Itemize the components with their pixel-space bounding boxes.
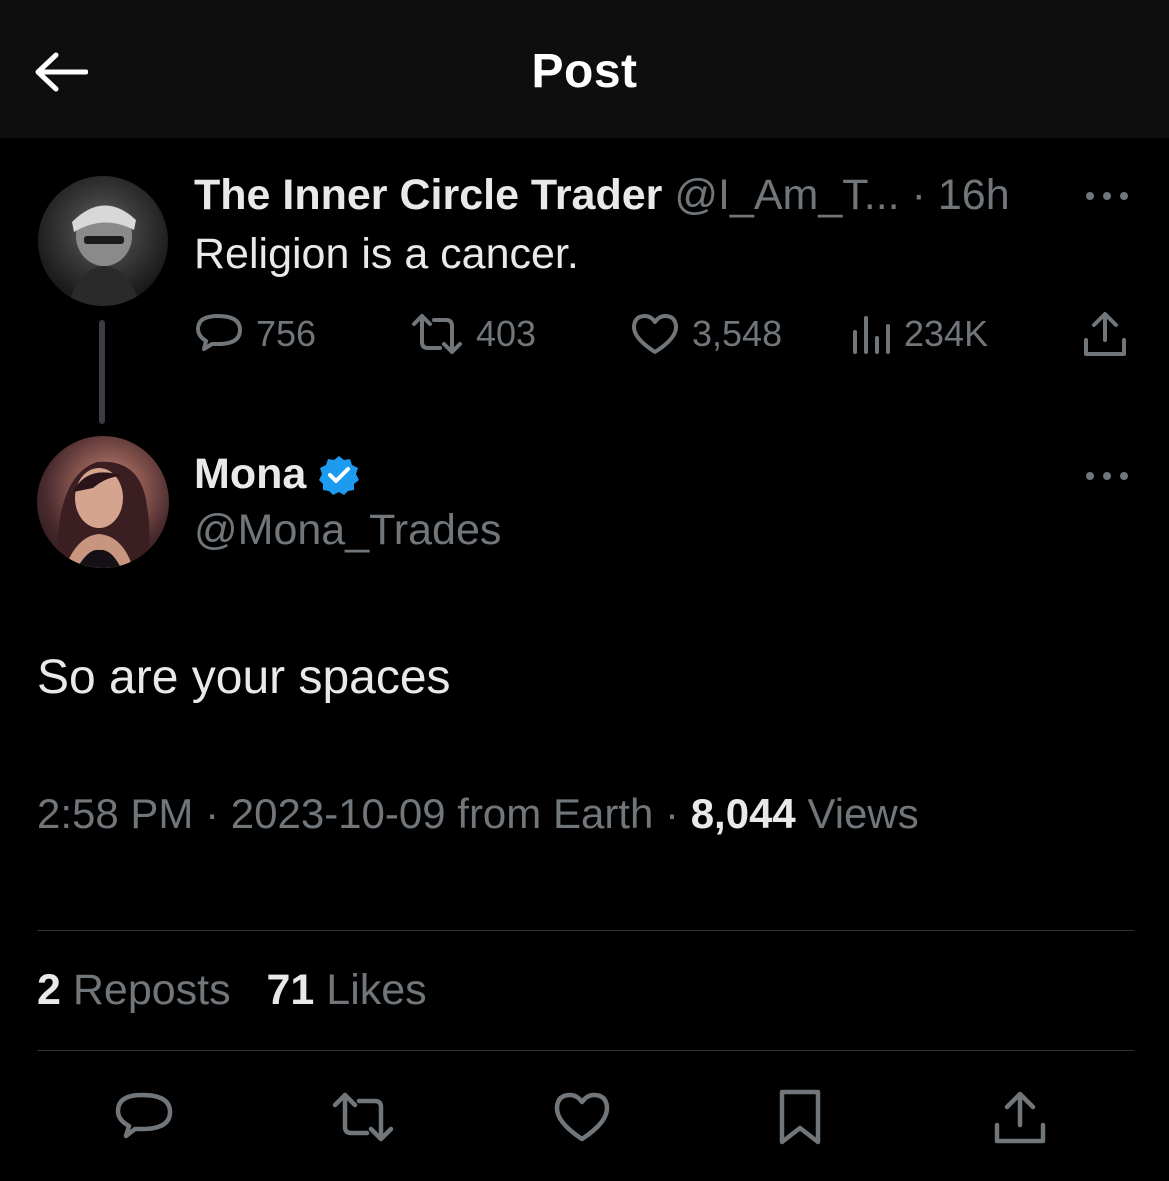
reposts-count: 2 [37,966,61,1014]
views-count: 234K [904,313,989,354]
repost-button[interactable] [331,1085,395,1149]
avatar-image [56,461,150,568]
more-horizontal-icon [1086,192,1128,200]
repost-button[interactable]: 403 [410,308,536,360]
avatar-image [68,205,140,306]
share-button[interactable] [988,1085,1052,1149]
share-button[interactable] [1082,308,1128,360]
likes-label: Likes [326,966,427,1014]
separator-dot: · [205,790,220,837]
reply-bubble-icon [196,314,242,351]
repost-icon [412,314,462,354]
post-date[interactable]: 2023-10-09 [231,790,446,837]
top-bar: Post [0,0,1169,138]
views-count[interactable]: 8,044 [691,790,796,837]
heart-icon [554,1092,610,1142]
reply-count: 756 [256,313,317,354]
parent-action-bar: 756 403 3,548 234K [194,308,1134,360]
analytics-bars-icon [853,316,890,354]
like-button[interactable] [550,1085,614,1149]
post-source: from Earth [457,790,654,837]
reply-bubble-icon [115,1092,173,1139]
more-horizontal-icon [1086,472,1128,480]
thread-connector-line [99,320,105,424]
post-time[interactable]: 16h [938,171,1010,219]
engagement-stats: 2 Reposts 71 Likes [37,966,427,1015]
display-name[interactable]: Mona [194,450,306,499]
bookmark-icon [779,1089,821,1145]
post-time[interactable]: 2:58 PM [37,790,193,837]
repost-icon [332,1092,394,1142]
handle[interactable]: @I_Am_T... [674,171,899,219]
handle[interactable]: @Mona_Trades [194,506,501,555]
reply-post-text: So are your spaces [37,651,451,704]
avatar[interactable] [38,176,168,306]
share-upload-icon [994,1091,1046,1144]
views-button[interactable]: 234K [850,308,988,360]
avatar[interactable] [37,436,169,568]
post-metadata: 2:58 PM · 2023-10-09 from Earth · 8,044 … [37,790,919,838]
divider [37,1050,1134,1051]
separator-dot: · [665,790,680,837]
likes-stat[interactable]: 71 Likes [266,966,426,1014]
views-label: Views [807,790,919,837]
parent-post-header: The Inner Circle Trader @I_Am_T... · 16h [194,170,1010,220]
heart-icon [631,314,679,354]
reposts-stat[interactable]: 2 Reposts [37,966,243,1014]
separator-dot: · [911,171,926,219]
repost-count: 403 [476,313,537,354]
reply-button[interactable] [112,1085,176,1149]
page-title: Post [531,45,638,98]
like-button[interactable]: 3,548 [630,308,782,360]
likes-count: 71 [266,966,315,1014]
reposts-label: Reposts [72,966,231,1014]
parent-post-text: Religion is a cancer. [194,230,579,278]
parent-more-button[interactable] [1082,186,1132,206]
reply-more-button[interactable] [1082,466,1132,486]
reply-button[interactable]: 756 [194,308,316,360]
share-upload-icon [1084,312,1126,356]
verified-badge-icon [319,455,360,495]
divider [37,930,1134,931]
reply-author: Mona [194,450,360,499]
like-count: 3,548 [692,313,783,354]
display-name[interactable]: The Inner Circle Trader [194,171,662,219]
bookmark-button[interactable] [768,1085,832,1149]
